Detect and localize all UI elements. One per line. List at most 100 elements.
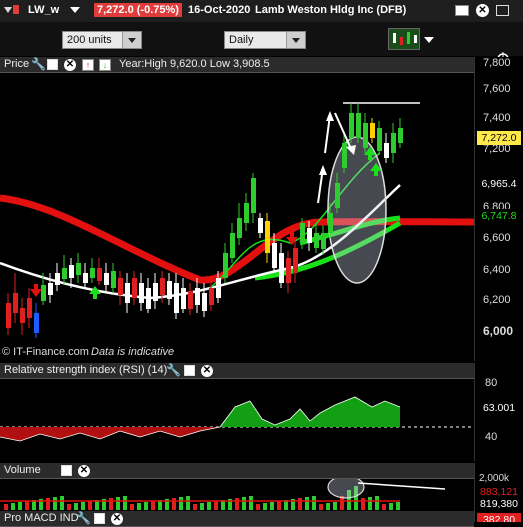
candle-body (111, 271, 116, 288)
rsi-tick: 40 (485, 431, 498, 443)
volume-bar (305, 497, 309, 510)
candle-body (370, 123, 375, 138)
candle-body (307, 228, 312, 243)
candle-body (146, 288, 151, 309)
volume-bar (46, 498, 50, 510)
candle-body (391, 133, 396, 153)
red-flag-icon (13, 5, 19, 14)
close-icon[interactable]: ✕ (64, 59, 76, 71)
volume-bar (214, 501, 218, 510)
macd-panel-title: Pro MACD IND (4, 512, 79, 524)
volume-bar (361, 498, 365, 510)
rsi-panel-header: Relative strength index (RSI) (14) 🔧 ✕ (0, 363, 474, 379)
volume-bar (137, 503, 141, 510)
price-tick: 7,800 (483, 57, 511, 69)
maximize-icon[interactable] (496, 5, 509, 16)
window-icon[interactable] (184, 365, 195, 376)
volume-bar (368, 497, 372, 510)
candle-body (125, 283, 130, 303)
interval-value: Daily (229, 34, 254, 46)
candle-body (83, 273, 88, 283)
indicative-note: Data is indicative (91, 346, 175, 358)
symbol-label[interactable]: LW_w (28, 4, 59, 16)
interval-select[interactable]: Daily (224, 31, 306, 49)
macd-tag: 382.80 (477, 513, 521, 522)
volume-bar (242, 497, 246, 510)
candle-body (55, 273, 60, 285)
alert-down-icon[interactable]: ↓ (99, 59, 111, 71)
window-icon[interactable] (94, 513, 105, 524)
candle-body (97, 268, 102, 281)
candle-body (279, 253, 284, 283)
close-icon[interactable]: ✕ (111, 513, 123, 525)
chevron-down-icon (286, 32, 305, 48)
window-restore-icon[interactable] (455, 5, 469, 16)
candle-body (244, 203, 249, 223)
title-bar: LW_w 7,272.0 (-0.75%) 16-Oct-2020 Lamb W… (0, 0, 523, 23)
volume-bar (123, 496, 127, 510)
alert-up-icon[interactable]: ↑ (82, 59, 94, 71)
volume-bar (333, 502, 337, 510)
wrench-icon[interactable]: 🔧 (166, 363, 181, 377)
volume-bar (200, 503, 204, 510)
price-tick: 7,400 (483, 112, 511, 124)
candle-body (314, 233, 319, 248)
volume-bar (263, 503, 267, 510)
window-icon[interactable] (47, 59, 58, 70)
close-icon[interactable]: ✕ (201, 365, 213, 377)
candle-body (195, 288, 200, 305)
price-tick: 6,000 (483, 324, 514, 338)
candle-body (27, 298, 32, 318)
candle-body (321, 233, 326, 249)
chevron-down-icon (122, 32, 141, 48)
wrench-icon[interactable]: 🔧 (31, 57, 46, 71)
volume-bar (116, 497, 120, 510)
volume-bar (74, 503, 78, 510)
units-select[interactable]: 200 units (62, 31, 142, 49)
green-ma-tag: 6,747.8 (477, 209, 521, 223)
volume-bar (179, 497, 183, 510)
volume-bar (144, 502, 148, 510)
chart-toolbar: 200 units Daily (0, 22, 523, 66)
wrench-icon[interactable]: 🔧 (76, 511, 91, 525)
volume-bar (312, 496, 316, 510)
rsi-area-lower (0, 427, 220, 441)
dropdown-arrow-icon[interactable] (70, 7, 80, 13)
candle-body (293, 248, 298, 273)
volume-chart[interactable] (0, 479, 474, 510)
volume-bar (326, 503, 330, 510)
chart-type-icon[interactable] (388, 28, 420, 50)
close-icon[interactable]: ✕ (78, 465, 90, 477)
candle-body (13, 293, 18, 313)
rsi-chart[interactable] (0, 379, 474, 461)
sell-signal-arrow (30, 284, 42, 297)
volume-bar (396, 502, 400, 510)
units-value: 200 units (67, 34, 112, 46)
candle-body (377, 128, 382, 151)
candle-body (69, 265, 74, 278)
candle-body (6, 303, 11, 328)
chevron-down-icon[interactable] (4, 7, 12, 13)
volume-bar (4, 504, 8, 510)
volume-axis: 2,000k 883,121 819,380 (474, 463, 523, 511)
volume-panel-header: Volume ✕ (0, 463, 474, 479)
volume-bar (25, 501, 29, 510)
candle-body (34, 313, 39, 333)
candle-body (174, 283, 179, 313)
candle-body (398, 128, 403, 143)
instrument-name: Lamb Weston Hldg Inc (DFB) (255, 4, 407, 16)
close-window-icon[interactable]: ✕ (476, 4, 489, 17)
candle-body (167, 281, 172, 299)
window-icon[interactable] (61, 465, 72, 476)
date-label: 16-Oct-2020 (188, 4, 251, 16)
price-tick: 7,600 (483, 83, 511, 95)
rsi-canvas (0, 396, 474, 442)
candle-body (300, 223, 305, 243)
chevron-down-icon[interactable] (424, 37, 434, 43)
volume-bar (186, 496, 190, 510)
volume-bar (235, 498, 239, 510)
price-tick: 6,400 (483, 264, 511, 276)
price-chart[interactable]: © IT-Finance.com Data is indicative (0, 73, 474, 361)
price-axis: 7,800 7,600 7,400 7,200 6,800 6,600 6,40… (474, 57, 523, 361)
volume-bar (375, 496, 379, 510)
